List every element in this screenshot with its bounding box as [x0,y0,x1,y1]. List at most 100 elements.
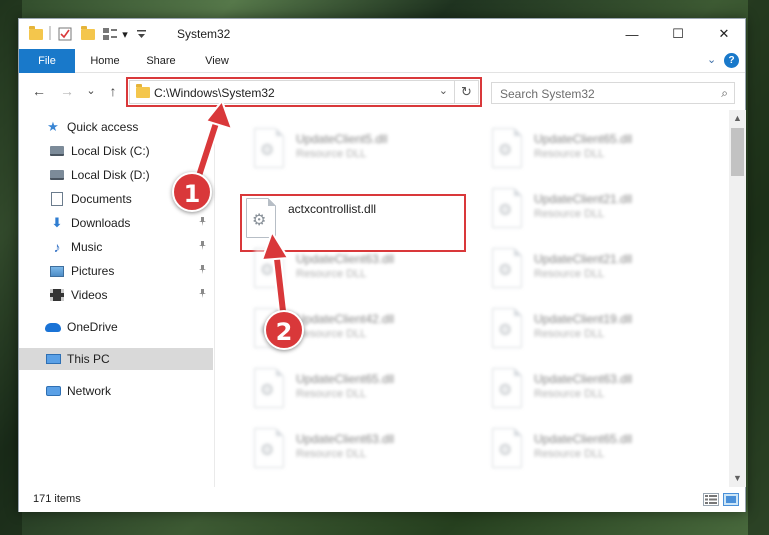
file-type: Resource DLL [534,328,605,340]
this-pc-icon [45,351,61,367]
file-name: UpdateClient65.dll [534,132,633,146]
ribbon: File Home Share View ⌄ ? [19,49,745,73]
nav-item-label: OneDrive [67,320,118,334]
nav-item-downloads[interactable]: ⬇ Downloads [19,212,213,234]
tab-home[interactable]: Home [81,49,129,73]
maximize-button[interactable]: ☐ [655,19,701,49]
customize-toolbar-icon[interactable] [134,26,148,42]
navigation-pane: ★ Quick access Local Disk (C:) Local Dis… [19,110,215,487]
tab-file[interactable]: File [19,49,75,73]
vertical-scrollbar[interactable]: ▲ ▼ [729,110,746,487]
file-item[interactable]: ⚙ UpdateClient21.dll Resource DLL [484,184,714,236]
details-view-icon[interactable] [703,493,719,506]
nav-item-videos[interactable]: Videos [19,284,213,306]
nav-item-this-pc[interactable]: This PC [19,348,213,370]
nav-item-label: Videos [71,288,108,302]
file-name: UpdateClient65.dll [534,432,633,446]
background [748,0,769,535]
downloads-icon: ⬇ [51,215,63,230]
file-type: Resource DLL [296,328,367,340]
file-name: UpdateClient21.dll [534,192,633,206]
nav-item-label: Local Disk (D:) [71,168,150,182]
nav-item-label: Local Disk (C:) [71,144,150,158]
nav-item-quick-access[interactable]: ★ Quick access [19,116,213,138]
file-type: Resource DLL [296,388,367,400]
minimize-button[interactable]: — [609,19,655,49]
nav-item-label: This PC [67,352,110,366]
dll-file-icon: ⚙ [254,368,284,408]
customize-icon[interactable] [101,26,119,42]
nav-item-music[interactable]: ♪ Music [19,236,213,258]
customize-dropdown-icon[interactable]: ▾ [120,26,130,42]
pictures-icon [49,263,65,279]
file-type: Resource DLL [534,268,605,280]
file-name: UpdateClient63.dll [534,372,633,386]
file-item[interactable]: ⚙ UpdateClient65.dll Resource DLL [246,364,476,416]
file-item[interactable]: ⚙ UpdateClient63.dll Resource DLL [484,364,714,416]
dll-file-icon: ⚙ [254,248,284,288]
folder-icon [27,25,45,42]
pin-icon[interactable] [198,265,207,277]
search-icon: ⌕ [721,86,728,100]
forward-button[interactable]: → [57,82,77,100]
file-item[interactable]: ⚙ UpdateClient65.dll Resource DLL [484,124,714,176]
expand-ribbon-icon[interactable]: ⌄ [707,53,716,66]
address-highlight-box [126,77,482,107]
file-item[interactable]: ⚙ UpdateClient63.dll Resource DLL [246,424,476,476]
scroll-up-button[interactable]: ▲ [729,110,746,127]
tab-share[interactable]: Share [137,49,185,73]
nav-item-label: Downloads [71,216,131,230]
file-item[interactable]: ⚙ UpdateClient63.dll Resource DLL [246,244,476,296]
search-box[interactable]: Search System32 ⌕ [491,82,735,104]
videos-icon [49,287,65,303]
file-type: Resource DLL [296,268,367,280]
nav-item-network[interactable]: Network [19,380,213,402]
nav-item-label: Pictures [71,264,115,278]
properties-icon[interactable] [57,26,73,42]
up-button[interactable]: ↑ [103,82,123,100]
step-badge-2: 2 [264,310,304,350]
file-item[interactable]: ⚙ UpdateClient19.dll Resource DLL [484,304,714,356]
file-item[interactable]: ⚙ UpdateClient65.dll Resource DLL [484,424,714,476]
file-type: Resource DLL [534,148,605,160]
dll-file-icon: ⚙ [254,128,284,168]
file-name: UpdateClient21.dll [534,252,633,266]
nav-item-pictures[interactable]: Pictures [19,260,213,282]
window-title: System32 [177,27,231,41]
close-button[interactable]: ✕ [701,19,747,49]
scroll-thumb[interactable] [731,128,744,176]
file-type: Resource DLL [534,388,605,400]
recent-locations-button[interactable]: ⌄ [81,82,101,100]
back-button[interactable]: ← [29,82,49,100]
file-type: Resource DLL [296,148,367,160]
drive-icon [49,167,65,183]
pin-icon[interactable] [198,217,207,229]
file-name: UpdateClient63.dll [296,432,395,446]
toolbar-divider [49,26,51,40]
item-count: 171 items [33,493,81,505]
file-item[interactable]: ⚙ UpdateClient5.dll Resource DLL [246,124,476,176]
documents-icon [49,191,65,207]
file-list: ⚙ UpdateClient5.dll Resource DLL ⚙ actxc… [216,110,729,487]
music-icon: ♪ [53,239,61,255]
file-item[interactable]: ⚙ UpdateClient21.dll Resource DLL [484,244,714,296]
tab-view[interactable]: View [195,49,239,73]
nav-item-local-disk-c[interactable]: Local Disk (C:) [19,140,213,162]
dll-file-icon: ⚙ [492,368,522,408]
address-row: ← → ⌄ ↑ C:\Windows\System32 ⌄ ↻ Search S… [19,74,745,110]
scroll-down-button[interactable]: ▼ [729,470,746,487]
search-input[interactable]: Search System32 [500,87,595,101]
help-icon[interactable]: ? [724,53,739,68]
file-name: UpdateClient65.dll [296,372,395,386]
title-bar: ▾ System32 — ☐ ✕ [19,19,745,49]
large-icons-view-icon[interactable] [723,493,739,506]
nav-item-onedrive[interactable]: OneDrive [19,316,213,338]
new-folder-icon[interactable] [79,25,97,42]
file-name: UpdateClient42.dll [296,312,395,326]
nav-item-label: Documents [71,192,132,206]
dll-file-icon: ⚙ [492,428,522,468]
file-name: UpdateClient5.dll [296,132,388,146]
status-bar: 171 items [19,487,745,512]
pin-icon[interactable] [198,289,207,301]
pin-icon[interactable] [198,241,207,253]
